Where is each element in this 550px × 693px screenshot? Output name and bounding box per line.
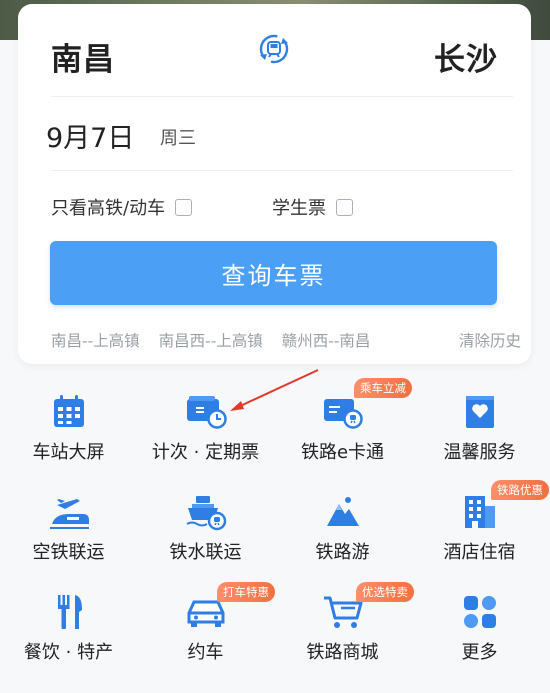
promo-badge: 乘车立减	[354, 378, 412, 398]
departure-date[interactable]: 9月7日	[46, 116, 134, 155]
rail-water-icon	[185, 496, 226, 531]
service-label: 铁路e卡通	[300, 442, 385, 463]
service-label: 铁水联运	[169, 542, 242, 563]
history-item[interactable]: 南昌--上高镇	[51, 332, 140, 350]
station-screen-icon	[53, 395, 84, 427]
history-item[interactable]: 南昌西--上高镇	[159, 332, 263, 350]
heart-service-icon	[465, 396, 494, 428]
service-period-ticket[interactable]: 计次 · 定期票	[137, 390, 274, 480]
divider	[51, 170, 513, 171]
service-car[interactable]: 约车 打车特惠	[137, 582, 275, 680]
promo-badge: 铁路优惠	[491, 480, 549, 500]
service-label: 酒店住宿	[443, 542, 516, 563]
service-rail-tour[interactable]: 铁路游	[274, 490, 411, 580]
promo-badge: 打车特惠	[217, 582, 275, 602]
service-label: 铁路游	[315, 542, 370, 563]
swap-stations-icon[interactable]	[256, 31, 292, 67]
air-rail-icon	[49, 499, 89, 529]
service-hotel[interactable]: 酒店住宿 铁路优惠	[411, 480, 549, 580]
service-food[interactable]: 餐饮 · 特产	[0, 590, 137, 680]
student-ticket-option[interactable]: 学生票	[272, 194, 353, 220]
student-ticket-checkbox[interactable]	[336, 198, 353, 216]
service-air-rail[interactable]: 空铁联运	[0, 490, 137, 580]
student-ticket-label: 学生票	[272, 198, 326, 219]
gaotie-only-option[interactable]: 只看高铁/动车	[51, 194, 193, 220]
clear-history-button[interactable]: 清除历史	[454, 329, 521, 351]
divider	[51, 96, 513, 97]
service-label: 计次 · 定期票	[151, 442, 260, 463]
period-ticket-icon	[186, 396, 227, 429]
history-item[interactable]: 赣州西--南昌	[282, 332, 371, 350]
service-label: 约车	[187, 642, 224, 663]
service-label: 车站大屏	[32, 442, 105, 463]
gaotie-only-label: 只看高铁/动车	[51, 198, 166, 219]
service-label: 更多	[461, 642, 498, 663]
service-label: 温馨服务	[443, 442, 516, 463]
service-label: 铁路商城	[306, 642, 379, 663]
service-mall[interactable]: 铁路商城 优选特卖	[274, 582, 414, 680]
service-e-card[interactable]: 铁路e卡通 乘车立减	[274, 378, 412, 480]
search-history: 南昌--上高镇 南昌西--上高镇 赣州西--南昌 清除历史	[51, 329, 521, 353]
rail-tour-icon	[326, 497, 359, 526]
service-label: 空铁联运	[32, 542, 105, 563]
promo-badge: 优选特卖	[356, 582, 414, 602]
more-icon	[463, 596, 496, 628]
departure-weekday: 周三	[160, 128, 196, 149]
service-more[interactable]: 更多	[411, 590, 548, 680]
service-warm-service[interactable]: 温馨服务	[411, 390, 548, 480]
food-icon	[57, 595, 82, 629]
search-tickets-button[interactable]: 查询车票	[50, 241, 497, 305]
service-rail-water[interactable]: 铁水联运	[137, 490, 274, 580]
gaotie-only-checkbox[interactable]	[175, 198, 193, 216]
from-city[interactable]: 南昌	[51, 34, 115, 79]
service-label: 餐饮 · 特产	[23, 642, 114, 663]
to-city[interactable]: 长沙	[434, 34, 498, 79]
ticket-search-card: 南昌 长沙 9月7日 周三 只看高铁/动车 学生票 查询车票 南昌--上高镇 南…	[18, 4, 531, 364]
service-station-screen[interactable]: 车站大屏	[0, 390, 137, 480]
